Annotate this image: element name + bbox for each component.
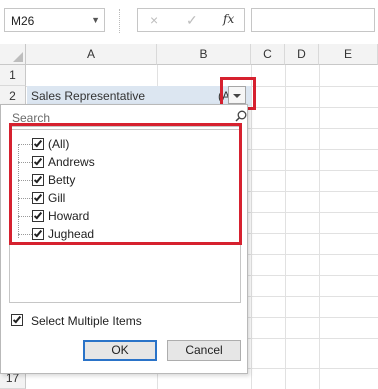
search-icon [235, 110, 247, 122]
ok-button[interactable]: OK [83, 340, 157, 361]
gridline [285, 65, 286, 389]
select-all-triangle-icon [13, 52, 23, 62]
checkmark-icon [12, 314, 22, 324]
filter-field-label: Sales Representative [31, 89, 146, 103]
cancel-button[interactable]: Cancel [167, 340, 241, 361]
gridline [319, 65, 320, 389]
chevron-down-icon[interactable]: ▼ [91, 15, 100, 25]
gridline [251, 65, 252, 389]
column-header-e[interactable]: E [319, 44, 378, 65]
select-multiple-label: Select Multiple Items [31, 314, 142, 328]
row-header-1[interactable]: 1 [0, 65, 26, 86]
formula-bar-separator [119, 9, 120, 33]
name-box-value: M26 [11, 14, 35, 28]
enter-formula-icon[interactable]: ✓ [186, 12, 198, 29]
name-box[interactable]: M26 ▼ [4, 8, 105, 32]
select-multiple-items[interactable]: Select Multiple Items [11, 312, 231, 330]
select-multiple-checkbox[interactable] [11, 314, 23, 326]
pivot-filter-cell[interactable]: Sales Representative (All) [27, 86, 251, 106]
select-all-corner[interactable] [0, 44, 26, 65]
insert-function-icon[interactable]: fx [223, 12, 234, 26]
column-header-d[interactable]: D [285, 44, 319, 65]
column-header-c[interactable]: C [251, 44, 285, 65]
column-header-a[interactable]: A [26, 44, 157, 65]
column-header-b[interactable]: B [157, 44, 251, 65]
formula-buttons: × ✓ fx [137, 8, 245, 32]
highlight-box-list [9, 123, 242, 245]
formula-input[interactable] [251, 8, 375, 32]
cancel-formula-icon[interactable]: × [150, 12, 158, 28]
formula-bar: M26 ▼ × ✓ fx [0, 0, 378, 44]
